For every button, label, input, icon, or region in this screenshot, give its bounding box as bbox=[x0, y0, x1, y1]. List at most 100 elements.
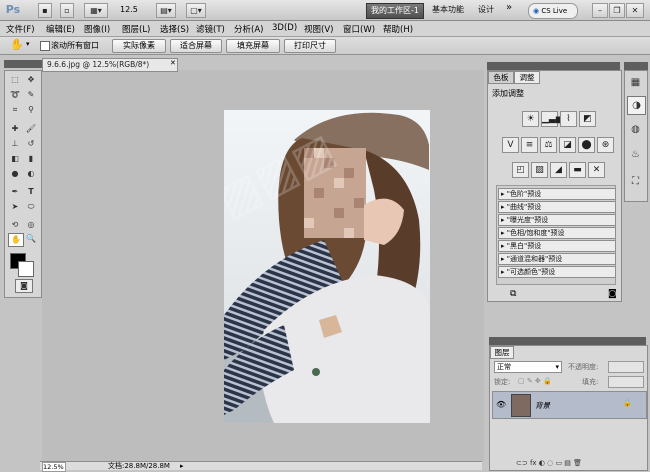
workspace-active[interactable]: 我的工作区-1 bbox=[366, 3, 424, 19]
hand-tool-icon[interactable]: ✋ bbox=[10, 38, 24, 51]
menu-edit[interactable]: 编辑(E) bbox=[46, 23, 75, 35]
eyedropper-tool-icon[interactable]: ⚲ bbox=[24, 104, 38, 116]
arrange-documents-button[interactable]: ▤▾ bbox=[156, 3, 176, 18]
bridge-button[interactable]: ▪ bbox=[38, 3, 52, 18]
zoom-level[interactable]: 12.5 bbox=[120, 5, 138, 14]
document-tab[interactable]: 9.6.6.jpg @ 12.5%(RGB/8*) bbox=[42, 58, 178, 72]
close-icon[interactable]: ✕ bbox=[626, 3, 644, 18]
quick-mask-icon[interactable]: ◙ bbox=[15, 279, 33, 293]
tab-adjustments[interactable]: 调整 bbox=[514, 71, 540, 84]
document-canvas[interactable]: ▨▨▨ bbox=[224, 110, 430, 423]
levels-icon[interactable]: ▁▃▅ bbox=[541, 111, 563, 127]
crop-tool-icon[interactable]: ⌗ bbox=[8, 104, 22, 116]
tool-preset-chevron-icon[interactable]: ▾ bbox=[26, 40, 30, 48]
workspace-design[interactable]: 设计 bbox=[478, 4, 494, 15]
invert-icon[interactable]: ◰ bbox=[512, 162, 529, 178]
lasso-tool-icon[interactable]: ➰ bbox=[8, 89, 22, 101]
masks-panel-icon[interactable]: ◍ bbox=[627, 121, 644, 138]
document-tab-close-icon[interactable]: ✕ bbox=[170, 59, 176, 67]
print-size-button[interactable]: 打印尺寸 bbox=[284, 39, 336, 53]
eraser-tool-icon[interactable]: ◧ bbox=[8, 153, 22, 165]
menu-file[interactable]: 文件(F) bbox=[6, 23, 35, 35]
menu-window[interactable]: 窗口(W) bbox=[343, 23, 375, 35]
menu-analysis[interactable]: 分析(A) bbox=[234, 23, 263, 35]
preset-selective-color[interactable]: ▸ "可选颜色"预设 bbox=[498, 266, 616, 278]
preset-exposure[interactable]: ▸ "曝光度"预设 bbox=[498, 214, 616, 226]
clip-layer-icon[interactable]: ⧉ bbox=[510, 289, 516, 299]
menu-view[interactable]: 视图(V) bbox=[304, 23, 333, 35]
channel-mixer-icon[interactable]: ⊛ bbox=[597, 137, 614, 153]
preset-curves[interactable]: ▸ "曲线"预设 bbox=[498, 201, 616, 213]
blur-tool-icon[interactable]: ● bbox=[8, 168, 22, 180]
gradient-tool-icon[interactable]: ▮ bbox=[24, 153, 38, 165]
menu-3d[interactable]: 3D(D) bbox=[272, 23, 297, 33]
layer-row[interactable]: 👁 背景 🔒 bbox=[492, 391, 647, 419]
threshold-icon[interactable]: ◢ bbox=[550, 162, 567, 178]
layers-panel-header[interactable] bbox=[489, 337, 646, 345]
minimize-icon[interactable]: – bbox=[592, 3, 608, 18]
tab-layers[interactable]: 图层 bbox=[490, 346, 514, 359]
preset-channel-mixer[interactable]: ▸ "通道混和器"预设 bbox=[498, 253, 616, 265]
cs-live-button[interactable]: ◉ CS Live bbox=[528, 3, 578, 19]
hue-saturation-icon[interactable]: ≡ bbox=[521, 137, 538, 153]
fit-screen-button[interactable]: 适合屏幕 bbox=[170, 39, 222, 53]
lock-icons[interactable]: ▢ ✎ ✥ 🔒 bbox=[518, 377, 552, 385]
adjustments-panel-icon[interactable]: ◑ bbox=[627, 96, 646, 115]
gradient-map-icon[interactable]: ▬ bbox=[569, 162, 586, 178]
adjustments-panel-header[interactable] bbox=[487, 62, 620, 70]
more-workspaces[interactable]: » bbox=[506, 2, 512, 13]
fill-screen-button[interactable]: 填充屏幕 bbox=[226, 39, 280, 53]
actual-pixels-button[interactable]: 实际像素 bbox=[112, 39, 166, 53]
screen-mode-button[interactable]: ▢▾ bbox=[186, 3, 206, 18]
black-white-icon[interactable]: ◪ bbox=[559, 137, 576, 153]
background-color-swatch[interactable] bbox=[18, 261, 34, 277]
color-balance-icon[interactable]: ⚖ bbox=[540, 137, 557, 153]
preset-black-white[interactable]: ▸ "黑白"预设 bbox=[498, 240, 616, 252]
quick-select-tool-icon[interactable]: ✎ bbox=[24, 89, 38, 101]
zoom-tool-icon[interactable]: 🔍 bbox=[24, 233, 38, 245]
tools-panel-header[interactable] bbox=[4, 60, 42, 68]
brush-tool-icon[interactable]: 🖌 bbox=[24, 123, 38, 135]
shape-tool-icon[interactable]: ⬭ bbox=[24, 201, 38, 213]
fill-input[interactable] bbox=[608, 376, 644, 388]
icon-strip-header[interactable] bbox=[624, 62, 648, 70]
posterize-icon[interactable]: ▨ bbox=[531, 162, 548, 178]
preset-levels[interactable]: ▸ "色阶"预设 bbox=[498, 188, 616, 200]
menu-layer[interactable]: 图层(L) bbox=[122, 23, 150, 35]
minibridge-button[interactable]: ▫ bbox=[60, 3, 74, 18]
healing-brush-icon[interactable]: ✚ bbox=[8, 123, 22, 135]
panel-mode-icon[interactable]: ◙ bbox=[608, 289, 617, 299]
blend-mode-select[interactable]: 正常 ▾ bbox=[494, 361, 562, 373]
scroll-all-checkbox[interactable] bbox=[40, 41, 50, 51]
layer-bottom-icons[interactable]: ⊂⊃ fx ◐ ◌ ▭ ▤ 🗑 bbox=[516, 459, 582, 467]
status-zoom[interactable]: 12.5% bbox=[42, 462, 66, 472]
brushes-panel-icon[interactable]: ♨ bbox=[627, 146, 644, 163]
swatches-panel-icon[interactable]: ▦ bbox=[627, 74, 644, 91]
exposure-icon[interactable]: ◩ bbox=[579, 111, 596, 127]
restore-icon[interactable]: ❐ bbox=[609, 3, 625, 18]
curves-icon[interactable]: ⌇ bbox=[560, 111, 577, 127]
move-tool-icon[interactable]: ✥ bbox=[24, 74, 38, 86]
menu-image[interactable]: 图像(I) bbox=[84, 23, 110, 35]
3d-orbit-icon[interactable]: ◎ bbox=[24, 219, 38, 231]
path-select-icon[interactable]: ➤ bbox=[8, 201, 22, 213]
workspace-basic[interactable]: 基本功能 bbox=[432, 4, 464, 15]
tab-swatches[interactable]: 色板 bbox=[488, 71, 514, 84]
marquee-tool-icon[interactable]: ⬚ bbox=[8, 74, 22, 86]
hand-tool-active-icon[interactable]: ✋ bbox=[8, 233, 24, 247]
3d-panel-icon[interactable]: ⛶ bbox=[627, 173, 644, 190]
photo-filter-icon[interactable]: ⬤ bbox=[578, 137, 595, 153]
vibrance-icon[interactable]: V bbox=[502, 137, 519, 153]
clone-stamp-icon[interactable]: ⊥ bbox=[8, 138, 22, 150]
history-brush-icon[interactable]: ↺ bbox=[24, 138, 38, 150]
visibility-eye-icon[interactable]: 👁 bbox=[496, 400, 506, 409]
brightness-contrast-icon[interactable]: ☀ bbox=[522, 111, 539, 127]
3d-rotate-icon[interactable]: ⟲ bbox=[8, 219, 22, 231]
pen-tool-icon[interactable]: ✒ bbox=[8, 186, 22, 198]
menu-help[interactable]: 帮助(H) bbox=[383, 23, 413, 35]
opacity-input[interactable] bbox=[608, 361, 644, 373]
menu-filter[interactable]: 滤镜(T) bbox=[196, 23, 225, 35]
dodge-tool-icon[interactable]: ◐ bbox=[24, 168, 38, 180]
preset-hue-saturation[interactable]: ▸ "色相/饱和度"预设 bbox=[498, 227, 616, 239]
menu-select[interactable]: 选择(S) bbox=[160, 23, 189, 35]
